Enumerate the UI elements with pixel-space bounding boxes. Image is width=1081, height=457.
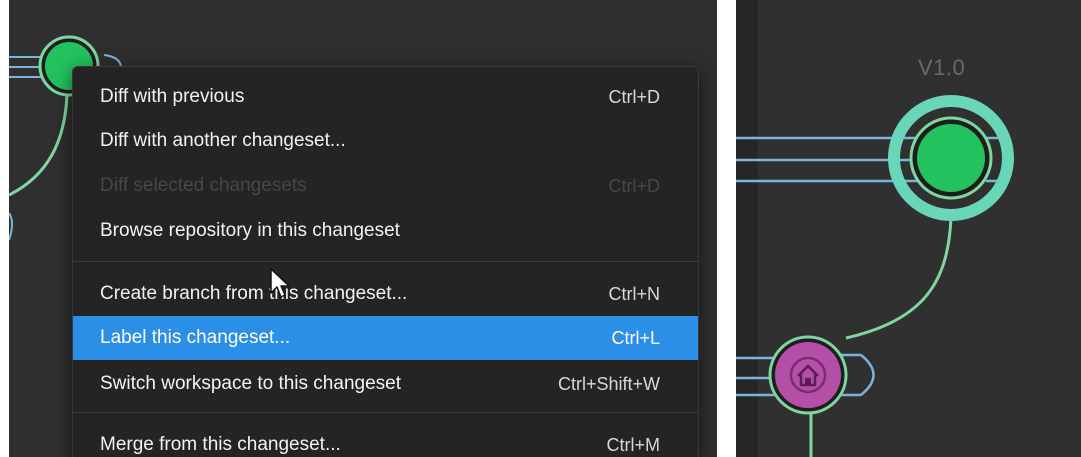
arrow-pointer-icon [270, 268, 290, 298]
menu-item-label: Diff selected changesets [100, 175, 307, 196]
menu-item-shortcut: Ctrl+D [608, 86, 660, 107]
changeset-context-menu: Diff with previous Ctrl+D Diff with anot… [72, 66, 699, 457]
menu-item-shortcut: Ctrl+D [608, 175, 660, 196]
menu-item-label-changeset[interactable]: Label this changeset... Ctrl+L [73, 316, 698, 360]
menu-item-label: Create branch from this changeset... [100, 283, 408, 304]
menu-separator [73, 412, 698, 413]
menu-item-browse-repository[interactable]: Browse repository in this changeset [73, 209, 698, 253]
menu-item-create-branch[interactable]: Create branch from this changeset... Ctr… [73, 272, 698, 316]
branch-explorer-right: V1.0 [736, 0, 1081, 457]
menu-item-switch-workspace[interactable]: Switch workspace to this changeset Ctrl+… [73, 362, 698, 406]
menu-item-label: Diff with previous [100, 86, 245, 107]
menu-item-label: Browse repository in this changeset [100, 220, 400, 241]
changeset-link-line [845, 217, 953, 340]
panel-column-divider [736, 0, 758, 457]
labeled-changeset-node[interactable] [888, 95, 1014, 221]
menu-separator [73, 261, 698, 262]
changeset-link-line [9, 94, 69, 197]
menu-item-shortcut: Ctrl+L [611, 327, 660, 348]
menu-item-diff-with-another-changeset[interactable]: Diff with another changeset... [73, 119, 698, 163]
changeset-label-tag: V1.0 [918, 55, 966, 80]
menu-item-label: Merge from this changeset... [100, 434, 341, 455]
menu-item-label: Label this changeset... [100, 327, 291, 348]
menu-item-merge-from-changeset[interactable]: Merge from this changeset... Ctrl+M [73, 423, 698, 457]
menu-item-label: Switch workspace to this changeset [100, 373, 401, 394]
home-changeset-node[interactable] [768, 335, 848, 415]
branch-graph-right [736, 0, 1014, 457]
menu-item-shortcut: Ctrl+M [606, 434, 661, 455]
menu-item-label: Diff with another changeset... [100, 130, 346, 151]
menu-item-shortcut: Ctrl+N [608, 283, 660, 304]
menu-item-diff-with-previous[interactable]: Diff with previous Ctrl+D [73, 75, 698, 119]
menu-item-shortcut: Ctrl+Shift+W [557, 373, 660, 394]
partial-changeset-ring [9, 212, 13, 241]
menu-item-diff-selected-changesets: Diff selected changesets Ctrl+D [73, 164, 698, 208]
branch-explorer-left: Diff with previous Ctrl+D Diff with anot… [9, 0, 717, 457]
